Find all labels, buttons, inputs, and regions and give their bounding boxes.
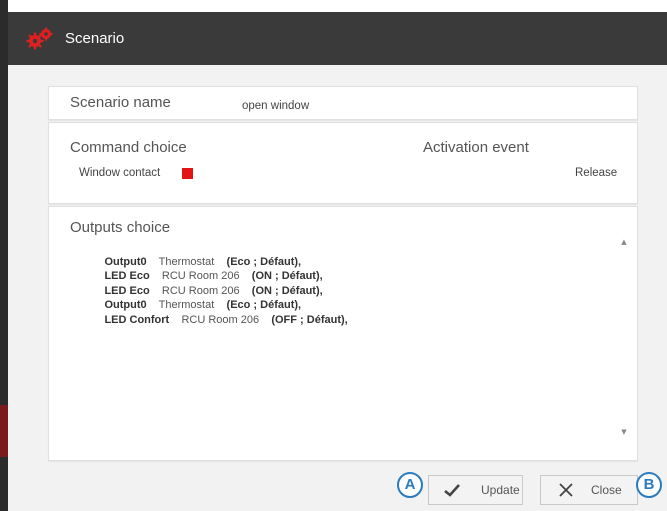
checkmark-icon	[444, 484, 460, 497]
output-state: (Eco ; Défaut),	[226, 299, 302, 311]
scroll-up-icon[interactable]: ▲	[619, 237, 629, 247]
activation-event-label: Activation event	[423, 139, 529, 156]
callout-b: B	[636, 472, 662, 498]
gears-icon	[26, 27, 53, 50]
callout-a: A	[397, 472, 423, 498]
window-top-edge	[0, 0, 667, 12]
window-left-edge	[0, 0, 8, 511]
outputs-list[interactable]: Output0 Thermostat (Eco ; Défaut), LED E…	[80, 240, 348, 326]
output-room: RCU Room 206	[161, 270, 240, 282]
scenario-name-panel: Scenario name open window	[48, 86, 638, 120]
outputs-choice-label: Outputs choice	[70, 219, 171, 236]
output-room: Thermostat	[158, 255, 215, 268]
output-room: RCU Room 206	[161, 284, 240, 297]
list-item[interactable]: Output0 Thermostat (Eco ; Défaut),	[80, 240, 348, 268]
update-button[interactable]: Update	[428, 475, 523, 505]
scenario-name-field[interactable]: open window	[242, 100, 309, 112]
scenario-name-label: Scenario name	[70, 94, 171, 111]
output-state: (ON ; Défaut),	[251, 284, 323, 297]
output-name: LED Confort	[104, 313, 170, 326]
output-name: LED Eco	[104, 270, 150, 282]
output-room: Thermostat	[158, 299, 215, 311]
output-state: (ON ; Défaut),	[251, 270, 323, 282]
command-indicator	[182, 168, 193, 179]
outputs-scrollbar[interactable]: ▲ ▼	[619, 237, 629, 437]
activation-event-value[interactable]: Release	[575, 167, 617, 179]
command-choice-label: Command choice	[70, 139, 187, 156]
output-name: LED Eco	[104, 284, 150, 297]
close-icon	[559, 483, 573, 497]
output-name: Output0	[104, 299, 147, 311]
dialog-body: Scenario name open window Command choice…	[8, 65, 667, 511]
output-room: RCU Room 206	[181, 313, 260, 326]
output-state: (Eco ; Défaut),	[226, 255, 302, 268]
title-bar[interactable]: Scenario	[8, 12, 667, 65]
update-label: Update	[481, 483, 520, 497]
outputs-panel: Outputs choice Output0 Thermostat (Eco ;…	[48, 206, 638, 461]
output-state: (OFF ; Défaut),	[271, 313, 348, 326]
command-panel: Command choice Window contact Activation…	[48, 122, 638, 204]
close-label: Close	[591, 483, 622, 497]
close-button[interactable]: Close	[540, 475, 638, 505]
background-window-strip	[0, 405, 8, 457]
window-title: Scenario	[65, 30, 125, 47]
command-item-label[interactable]: Window contact	[79, 167, 160, 179]
scroll-down-icon[interactable]: ▼	[619, 427, 629, 437]
output-name: Output0	[104, 255, 147, 268]
